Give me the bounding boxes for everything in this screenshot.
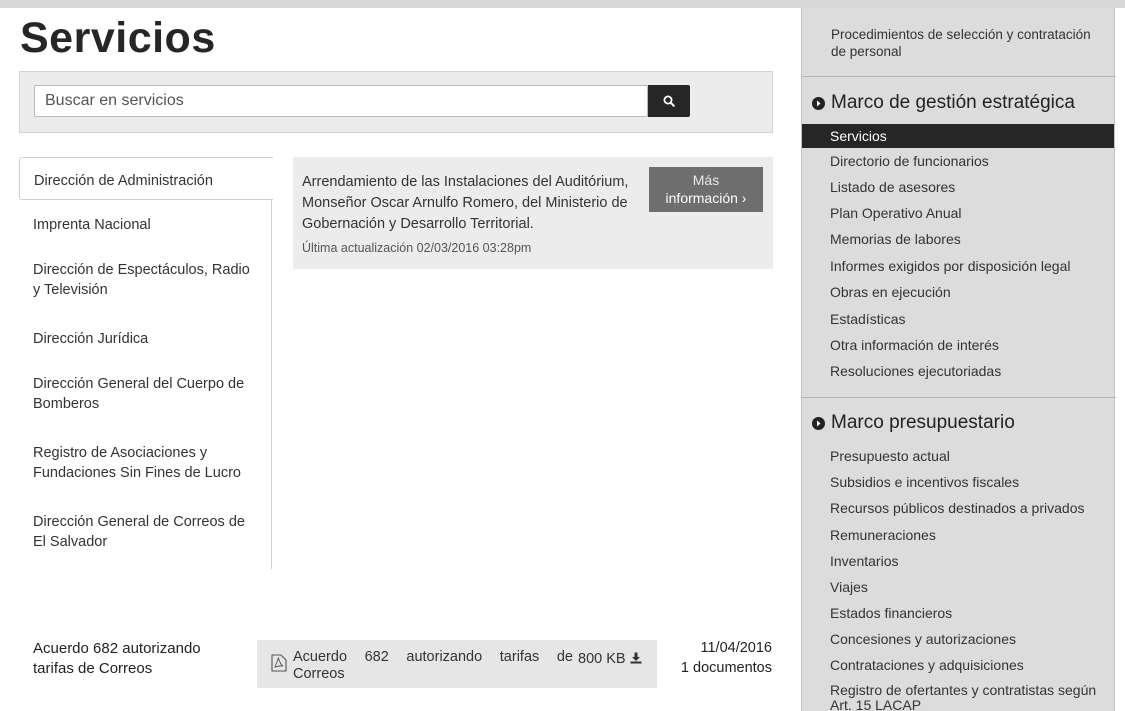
- sidebar-heading-presupuestario-label: Marco presupuestario: [831, 412, 1015, 433]
- document-count: 1 documentos: [680, 660, 772, 676]
- service-title: Arrendamiento de las Instalaciones del A…: [302, 174, 629, 232]
- sidebar-item-concesiones[interactable]: Concesiones y autorizaciones: [802, 627, 1114, 651]
- download-icon: [630, 652, 642, 664]
- tab-espectaculos-radio-television[interactable]: Dirección de Espectáculos, Radio y Telev…: [19, 260, 259, 300]
- file-size: 800 KB: [578, 651, 626, 667]
- circle-arrow-icon: [812, 96, 825, 110]
- search-panel: [19, 71, 773, 133]
- sidebar-item-otra-informacion[interactable]: Otra información de interés: [802, 333, 1114, 357]
- sidebar-item-resoluciones[interactable]: Resoluciones ejecutoriadas: [802, 359, 1114, 383]
- sidebar-heading-gestion-label: Marco de gestión estratégica: [831, 92, 1075, 113]
- sidebar-divider: [802, 76, 1116, 77]
- sidebar-item-memorias[interactable]: Memorias de labores: [802, 227, 1114, 251]
- top-border: [0, 0, 1125, 8]
- sidebar-item-registro-ofertantes[interactable]: Registro de ofertantes y contratistas se…: [802, 679, 1114, 711]
- document-date: 11/04/2016: [700, 640, 773, 656]
- last-updated: Última actualización 02/03/2016 03:28pm: [302, 241, 532, 255]
- sidebar-divider: [802, 397, 1116, 398]
- sidebar-item-estadisticas[interactable]: Estadísticas: [802, 307, 1114, 331]
- tab-imprenta-nacional[interactable]: Imprenta Nacional: [19, 215, 272, 235]
- document-name: Acuerdo 682 autorizando tarifas de Corre…: [33, 640, 201, 677]
- document-meta: 11/04/2016 1 documentos: [660, 638, 772, 678]
- sidebar-item-plan-operativo[interactable]: Plan Operativo Anual: [802, 201, 1114, 225]
- sidebar-item-servicios[interactable]: Servicios: [802, 124, 1114, 148]
- tab-direccion-administracion[interactable]: Dirección de Administración: [19, 157, 273, 200]
- sidebar-item-asesores[interactable]: Listado de asesores: [802, 175, 1114, 199]
- document-file-link[interactable]: Acuerdo 682 autorizando tarifas de Corre…: [293, 649, 573, 683]
- sidebar-item-viajes[interactable]: Viajes: [802, 575, 1114, 599]
- download-link[interactable]: 800 KB: [578, 651, 642, 667]
- sidebar-heading-presupuestario: Marco presupuestario: [812, 412, 1015, 434]
- sidebar-item-contrataciones[interactable]: Contrataciones y adquisiciones: [802, 653, 1114, 677]
- search-button[interactable]: [648, 85, 690, 117]
- sidebar-item-informes[interactable]: Informes exigidos por disposición legal: [802, 254, 1114, 278]
- tab-registro-asociaciones[interactable]: Registro de Asociaciones y Fundaciones S…: [19, 443, 259, 483]
- sidebar-item-procedimientos[interactable]: Procedimientos de selección y contrataci…: [831, 26, 1101, 60]
- more-info-button[interactable]: Más información ›: [649, 167, 763, 212]
- service-result-card: Arrendamiento de las Instalaciones del A…: [293, 157, 773, 269]
- document-file: Acuerdo 682 autorizando tarifas de Corre…: [257, 640, 657, 688]
- tab-direccion-juridica[interactable]: Dirección Jurídica: [19, 329, 272, 349]
- more-info-label-1: Más: [692, 172, 720, 188]
- search-input[interactable]: [34, 85, 648, 117]
- tab-cuerpo-bomberos[interactable]: Dirección General del Cuerpo de Bomberos: [19, 374, 259, 414]
- sidebar-item-subsidios[interactable]: Subsidios e incentivos fiscales: [802, 470, 1114, 494]
- more-info-label-2: información ›: [665, 190, 747, 206]
- pdf-icon: [271, 654, 287, 672]
- sidebar-item-recursos-publicos[interactable]: Recursos públicos destinados a privados: [802, 496, 1114, 520]
- sidebar-item-presupuesto[interactable]: Presupuesto actual: [802, 444, 1114, 468]
- tab-correos-el-salvador[interactable]: Dirección General de Correos de El Salva…: [19, 512, 259, 552]
- sidebar-item-obras[interactable]: Obras en ejecución: [802, 280, 1114, 304]
- search-icon: [663, 95, 675, 107]
- sidebar-item-directorio[interactable]: Directorio de funcionarios: [802, 149, 1114, 173]
- sidebar-item-estados-financieros[interactable]: Estados financieros: [802, 601, 1114, 625]
- sidebar: Procedimientos de selección y contrataci…: [801, 8, 1116, 711]
- sidebar-heading-gestion: Marco de gestión estratégica: [812, 92, 1075, 114]
- tab-list: Dirección de Administración Imprenta Nac…: [19, 157, 273, 569]
- circle-arrow-icon: [812, 416, 825, 430]
- sidebar-item-remuneraciones[interactable]: Remuneraciones: [802, 523, 1114, 547]
- sidebar-item-inventarios[interactable]: Inventarios: [802, 549, 1114, 573]
- page-title: Servicios: [20, 14, 216, 62]
